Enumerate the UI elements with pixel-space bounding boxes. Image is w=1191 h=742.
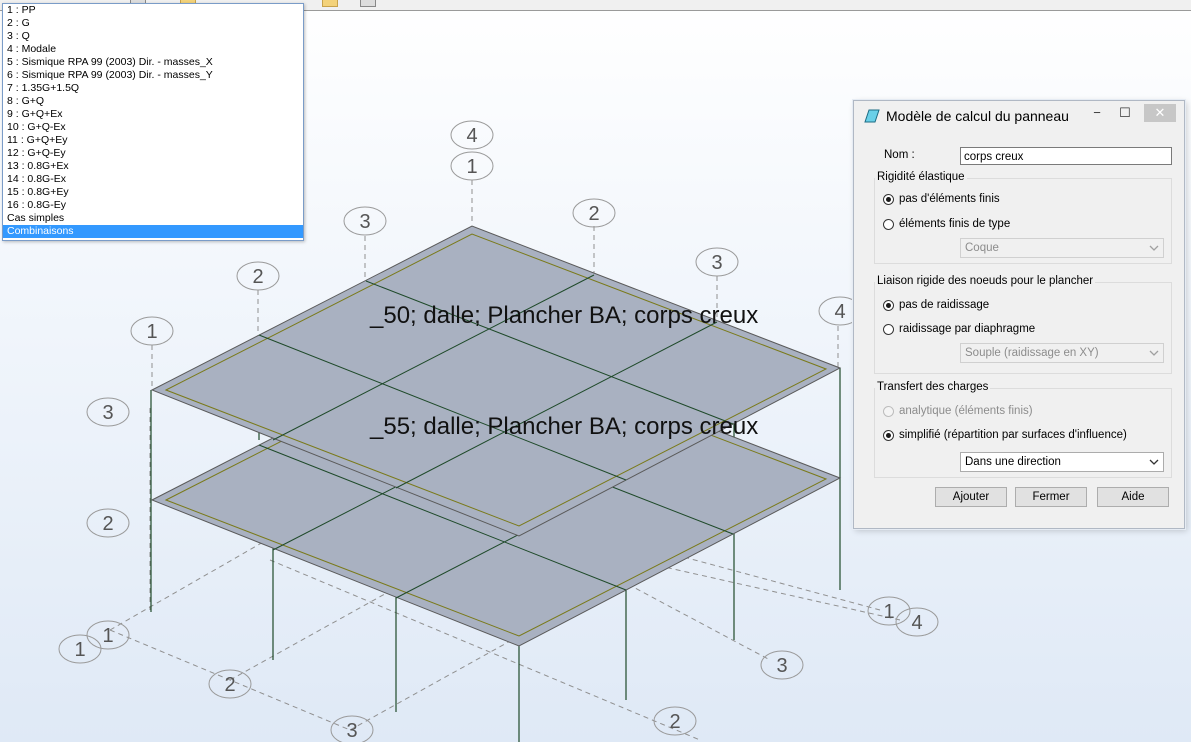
add-button[interactable]: Ajouter [935,487,1007,507]
diaphragm-label: raidissage par diaphragme [899,323,1036,335]
svg-text:3: 3 [359,211,370,233]
maximize-button[interactable]: ☐ [1114,104,1136,122]
grid-bubble[interactable]: 2 [208,669,252,699]
list-item[interactable]: Cas simples [3,212,303,225]
list-item[interactable]: 1 : PP [3,4,303,17]
grid-bubble[interactable]: 1 [58,634,102,664]
grid-bubble[interactable]: 1 [450,151,494,181]
grid-bubble[interactable]: 3 [86,397,130,427]
group-title: Liaison rigide des noeuds pour le planch… [875,275,1096,287]
svg-text:1: 1 [883,601,894,623]
list-item[interactable]: 13 : 0.8G+Ex [3,160,303,173]
grid-bubble[interactable]: 2 [86,508,130,538]
svg-text:2: 2 [588,203,599,225]
help-button[interactable]: Aide [1097,487,1169,507]
fe-type-label: éléments finis de type [899,218,1011,230]
grid-bubble[interactable]: 2 [653,706,697,736]
no-stiffening-label: pas de raidissage [899,299,990,311]
svg-text:3: 3 [711,252,722,274]
list-item[interactable]: 3 : Q [3,30,303,43]
direction-select[interactable]: Dans une direction [960,452,1164,472]
fe-type-value: Coque [965,242,999,254]
grid-bubble[interactable]: 2 [236,261,280,291]
svg-text:2: 2 [669,711,680,733]
slab-lower-label: _55; dalle; Plancher BA; corps creux [369,413,758,440]
diaphragm-type-value: Souple (raidissage en XY) [965,347,1099,359]
panel-calc-model-dialog: Modèle de calcul du panneau − ☐ ✕ Nom : … [853,100,1185,529]
simplified-radio[interactable] [883,430,894,441]
slab-upper-label: _50; dalle; Plancher BA; corps creux [369,302,758,329]
list-item[interactable]: 15 : 0.8G+Ey [3,186,303,199]
svg-text:4: 4 [911,612,922,634]
list-item[interactable]: 9 : G+Q+Ex [3,108,303,121]
no-stiffening-radio[interactable] [883,300,894,311]
list-item[interactable]: 16 : 0.8G-Ey [3,199,303,212]
svg-text:2: 2 [224,674,235,696]
svg-text:4: 4 [834,301,845,323]
analytic-radio [883,406,894,417]
simplified-label: simplifié (répartition par surfaces d'in… [899,429,1127,441]
svg-text:3: 3 [346,720,357,742]
minimize-button[interactable]: − [1086,104,1108,122]
list-item[interactable]: 4 : Modale [3,43,303,56]
close-dialog-button[interactable]: Fermer [1015,487,1087,507]
name-label: Nom : [884,149,915,161]
list-item[interactable]: 8 : G+Q [3,95,303,108]
list-item[interactable]: 11 : G+Q+Ey [3,134,303,147]
svg-text:1: 1 [146,321,157,343]
fe-type-radio[interactable] [883,219,894,230]
list-item[interactable]: 10 : G+Q-Ex [3,121,303,134]
chevron-down-icon [1149,459,1159,465]
grid-bubble[interactable]: 1 [130,316,174,346]
no-fe-label: pas d'éléments finis [899,193,1000,205]
svg-text:3: 3 [776,655,787,677]
direction-value: Dans une direction [965,456,1061,468]
svg-text:1: 1 [74,639,85,661]
no-fe-radio[interactable] [883,194,894,205]
grid-bubble[interactable]: 3 [760,650,804,680]
name-field[interactable]: corps creux [960,147,1172,165]
diaphragm-radio[interactable] [883,324,894,335]
list-item-selected[interactable]: Combinaisons [3,225,303,238]
svg-text:3: 3 [102,402,113,424]
svg-text:1: 1 [466,156,477,178]
grid-bubble[interactable]: 3 [695,247,739,277]
eraser-icon [864,109,880,123]
dialog-title: Modèle de calcul du panneau [886,108,1069,124]
grid-bubble[interactable]: 4 [450,120,494,150]
grid-bubble[interactable]: 2 [572,198,616,228]
chevron-down-icon [1149,350,1159,356]
svg-text:4: 4 [466,125,477,147]
grid-bubble[interactable]: 3 [343,206,387,236]
dialog-titlebar[interactable]: Modèle de calcul du panneau − ☐ ✕ [854,101,1184,131]
list-item[interactable]: 5 : Sismique RPA 99 (2003) Dir. - masses… [3,56,303,69]
list-item[interactable]: 2 : G [3,17,303,30]
svg-text:1: 1 [102,625,113,647]
list-item[interactable]: 6 : Sismique RPA 99 (2003) Dir. - masses… [3,69,303,82]
fe-type-select: Coque [960,238,1164,258]
group-title: Rigidité élastique [875,171,967,183]
list-item[interactable]: 12 : G+Q-Ey [3,147,303,160]
svg-text:2: 2 [252,266,263,288]
diaphragm-type-select: Souple (raidissage en XY) [960,343,1164,363]
list-item[interactable]: 14 : 0.8G-Ex [3,173,303,186]
load-case-list[interactable]: 1 : PP 2 : G 3 : Q 4 : Modale 5 : Sismiq… [2,3,304,241]
list-item[interactable]: 7 : 1.35G+1.5Q [3,82,303,95]
close-button[interactable]: ✕ [1144,104,1176,122]
svg-text:2: 2 [102,513,113,535]
group-title: Transfert des charges [875,381,991,393]
analytic-label: analytique (éléments finis) [899,405,1033,417]
chevron-down-icon [1149,245,1159,251]
grid-bubble[interactable]: 3 [330,715,374,742]
